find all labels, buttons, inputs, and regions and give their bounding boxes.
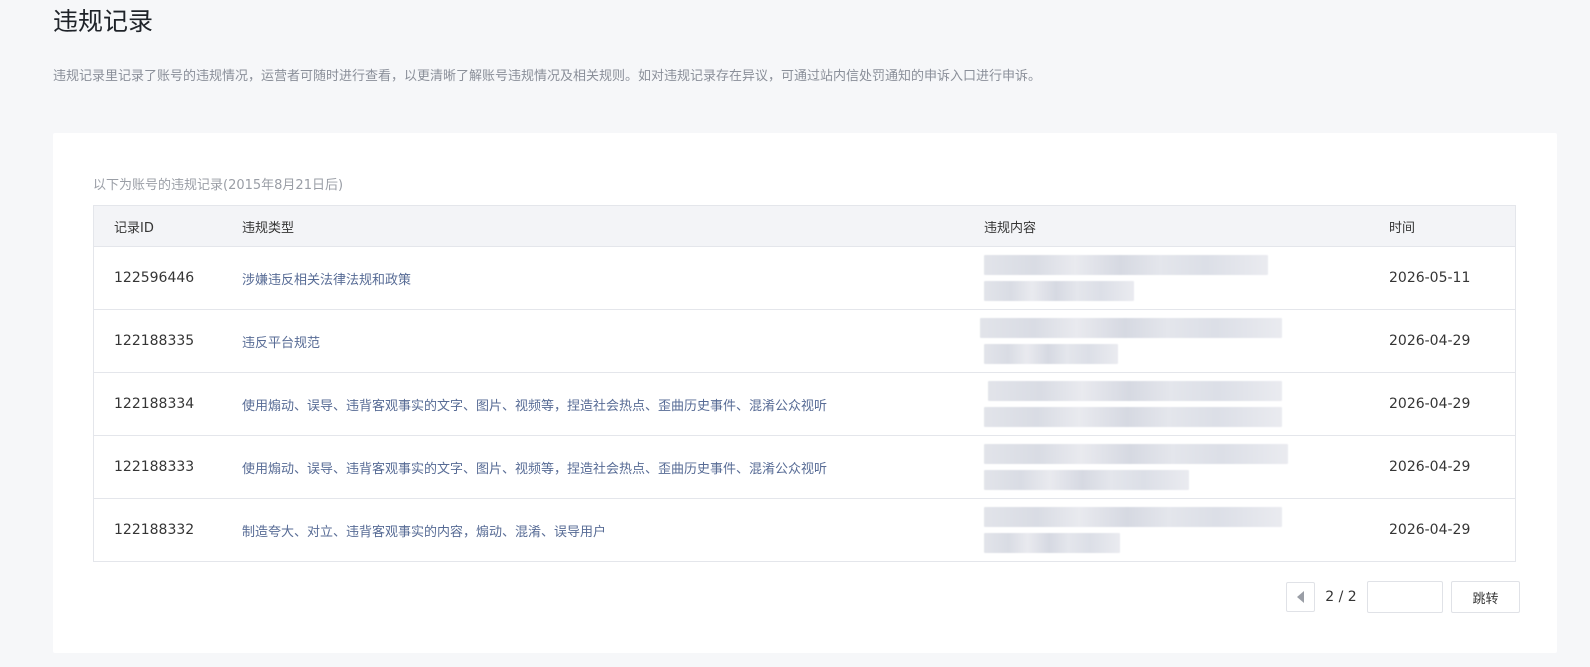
- column-header-id: 记录ID: [114, 220, 154, 236]
- record-time: 2026-04-29: [1389, 396, 1471, 412]
- pagination: 2 / 2 跳转: [1286, 581, 1520, 613]
- table-row: 122188334 使用煽动、误导、违背客观事实的文字、图片、视频等，捏造社会热…: [94, 373, 1515, 436]
- table-row: 122596446 涉嫌违反相关法律法规和政策 2026-05-11: [94, 247, 1515, 310]
- page-jump-input[interactable]: [1367, 581, 1443, 613]
- record-id: 122596446: [114, 270, 195, 286]
- page-title: 违规记录: [53, 7, 154, 36]
- caret-left-icon: [1297, 591, 1304, 603]
- violation-content-blurred: [984, 247, 1294, 309]
- violation-content-blurred: [984, 373, 1294, 435]
- record-id: 122188334: [114, 396, 195, 412]
- jump-button[interactable]: 跳转: [1451, 581, 1520, 613]
- column-header-time: 时间: [1389, 220, 1416, 236]
- record-id: 122188335: [114, 333, 195, 349]
- violation-content-blurred: [980, 310, 1294, 372]
- record-time: 2026-04-29: [1389, 522, 1471, 538]
- violation-type-link[interactable]: 违反平台规范: [242, 310, 320, 372]
- records-caption: 以下为账号的违规记录(2015年8月21日后): [93, 178, 344, 193]
- record-time: 2026-05-11: [1389, 270, 1471, 286]
- column-header-content: 违规内容: [984, 220, 1037, 236]
- page-description: 违规记录里记录了账号的违规情况，运营者可随时进行查看，以更清晰了解账号违规情况及…: [53, 69, 1042, 84]
- previous-page-button[interactable]: [1286, 582, 1315, 612]
- table-row: 122188333 使用煽动、误导、违背客观事实的文字、图片、视频等，捏造社会热…: [94, 436, 1515, 499]
- violation-type-link[interactable]: 制造夸大、对立、违背客观事实的内容，煽动、混淆、误导用户: [242, 499, 606, 561]
- column-header-type: 违规类型: [242, 220, 295, 236]
- record-id: 122188332: [114, 522, 195, 538]
- table-header: 记录ID 违规类型 违规内容 时间: [94, 206, 1515, 247]
- table-row: 122188332 制造夸大、对立、违背客观事实的内容，煽动、混淆、误导用户 2…: [94, 499, 1515, 561]
- violation-content-blurred: [984, 499, 1294, 561]
- records-card: 以下为账号的违规记录(2015年8月21日后) 记录ID 违规类型 违规内容 时…: [53, 133, 1557, 653]
- record-time: 2026-04-29: [1389, 333, 1471, 349]
- page-indicator: 2 / 2: [1325, 589, 1357, 605]
- violation-type-link[interactable]: 使用煽动、误导、违背客观事实的文字、图片、视频等，捏造社会热点、歪曲历史事件、混…: [242, 436, 827, 498]
- table-row: 122188335 违反平台规范 2026-04-29: [94, 310, 1515, 373]
- violation-type-link[interactable]: 使用煽动、误导、违背客观事实的文字、图片、视频等，捏造社会热点、歪曲历史事件、混…: [242, 373, 827, 435]
- record-id: 122188333: [114, 459, 195, 475]
- violation-content-blurred: [984, 436, 1294, 498]
- violation-records-table: 记录ID 违规类型 违规内容 时间 122596446 涉嫌违反相关法律法规和政…: [93, 205, 1516, 562]
- record-time: 2026-04-29: [1389, 459, 1471, 475]
- violation-type-link[interactable]: 涉嫌违反相关法律法规和政策: [242, 247, 411, 309]
